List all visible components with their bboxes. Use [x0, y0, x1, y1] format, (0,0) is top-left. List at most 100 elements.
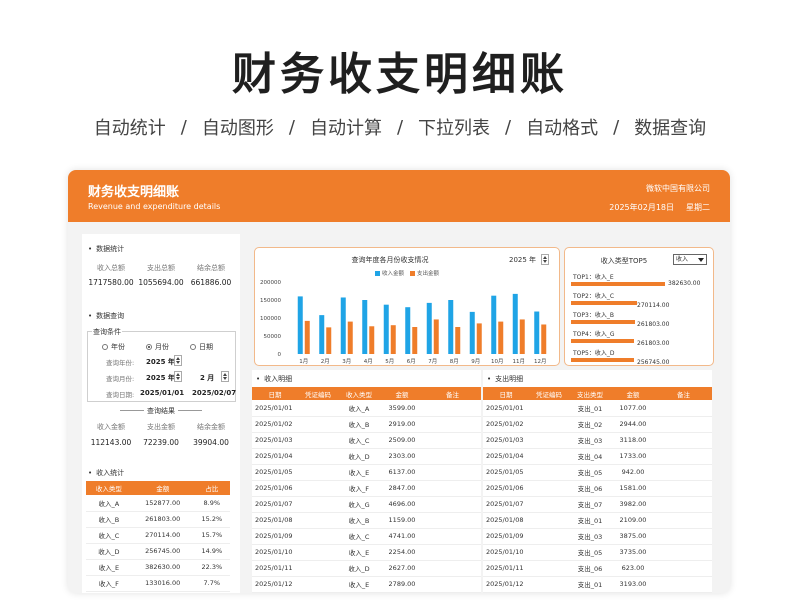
bar-income — [512, 293, 518, 354]
bar-expense — [390, 325, 396, 354]
income-detail-panel: 收入明细 日期凭证编码收入类型金额备注 2025/01/01 收入_A3599.0… — [252, 370, 481, 593]
table-cell: 2025/01/05 — [483, 464, 529, 481]
table-cell: 2944.00 — [611, 416, 655, 433]
table-cell: 2847.00 — [380, 480, 424, 497]
table-row: 2025/01/12 收入_E 2789.00 — [252, 576, 481, 593]
bar-income — [491, 295, 497, 354]
table-row: 2025/01/06 支出_06 1581.00 — [483, 480, 712, 497]
table-cell: 2025/01/10 — [483, 544, 529, 561]
table-cell: 2303.00 — [380, 448, 424, 465]
table-cell: 2025/01/06 — [252, 480, 298, 497]
table-cell: 2025/01/07 — [252, 496, 298, 513]
result-header: 收入金额 — [97, 423, 125, 431]
bar-expense — [476, 323, 482, 354]
radio-checked-icon — [146, 344, 152, 350]
month-year-spinner[interactable] — [174, 371, 182, 382]
year-spinner[interactable] — [174, 355, 182, 366]
table-row: 收入_B 261803.00 15.2% — [86, 511, 230, 528]
monthly-bar-chart: 0 50000 100000 150000 200000 1月 2月 3月 4月 5月 6月 7月 8月… — [260, 280, 547, 365]
feature-list: 自动统计 / 自动图形 / 自动计算 / 下拉列表 / 自动格式 / 数据查询 — [0, 114, 800, 140]
table-cell: 2627.00 — [380, 560, 424, 577]
y-tick-label: 50000 — [264, 334, 282, 340]
x-tick-label: 6月 — [407, 358, 416, 365]
table-cell — [424, 528, 481, 545]
table-row: 2025/01/07 支出_07 3982.00 — [483, 496, 712, 513]
x-tick-label: 1月 — [299, 358, 308, 365]
table-cell — [424, 576, 481, 593]
feature-separator: / — [396, 116, 404, 138]
table-cell: 133016.00 — [131, 575, 194, 592]
query-date-label: 查询日期: — [106, 391, 135, 399]
table-row: 2025/01/04 支出_04 1733.00 — [483, 448, 712, 465]
table-cell: 2025/01/06 — [483, 480, 529, 497]
table-cell — [529, 512, 569, 529]
table-cell: 2025/01/02 — [483, 416, 529, 433]
table-cell — [655, 560, 712, 577]
table-cell: 2025/01/11 — [483, 560, 529, 577]
table-cell: 2025/01/04 — [483, 448, 529, 465]
table-cell: 3118.00 — [611, 432, 655, 449]
month-spinner[interactable] — [221, 371, 229, 382]
table-header: 备注 — [424, 387, 481, 400]
top5-title: 收入类型TOP5 — [600, 257, 648, 265]
table-cell — [298, 512, 338, 529]
bar-income — [448, 300, 454, 354]
bar-income — [534, 311, 540, 354]
top5-card: 收入类型TOP5 收入 TOP1：收入_E 382630.00 TOP2：收入_C 2… — [564, 247, 714, 366]
table-cell: 261803.00 — [131, 511, 194, 528]
x-tick-label: 3月 — [342, 358, 351, 365]
table-cell: 8.9% — [193, 495, 230, 512]
table-header: 收入类型 — [86, 481, 132, 495]
table-cell — [655, 576, 712, 593]
table-header: 金额 — [611, 387, 655, 400]
table-cell: 4696.00 — [380, 496, 424, 513]
result-balance: 39904.00 — [193, 438, 229, 447]
feature-item: 自动计算 — [309, 118, 382, 139]
x-tick-label: 12月 — [534, 358, 547, 365]
table-header: 占比 — [193, 481, 230, 495]
table-row: 2025/01/09 支出_03 3875.00 — [483, 528, 712, 545]
radio-label: 日期 — [199, 343, 213, 351]
radio-year[interactable]: 年份 — [102, 342, 125, 352]
feature-separator: / — [505, 116, 512, 138]
top5-type-select[interactable]: 收入 — [673, 254, 707, 265]
table-cell: 942.00 — [611, 464, 655, 481]
table-cell: 收入_A — [338, 400, 380, 417]
table-cell: 收入_E — [338, 464, 380, 481]
table-cell — [529, 528, 569, 545]
table-cell — [424, 464, 481, 481]
radio-month[interactable]: 月份 — [146, 342, 169, 352]
query-date-to[interactable]: 2025/02/07 — [192, 389, 236, 397]
query-date-from[interactable]: 2025/01/01 — [140, 389, 184, 397]
query-legend: 查询条件 — [92, 327, 122, 337]
bar-expense — [433, 319, 439, 354]
table-cell — [529, 496, 569, 513]
chart-year-spinner[interactable] — [541, 254, 549, 265]
table-cell: 2509.00 — [380, 432, 424, 449]
table-row: 2025/01/03 支出_03 3118.00 — [483, 432, 712, 449]
bar-expense — [519, 319, 525, 354]
table-cell — [529, 464, 569, 481]
top5-bar — [571, 301, 637, 305]
feature-separator: / — [288, 116, 295, 138]
company-name: 微软中国有限公司 — [646, 184, 710, 193]
table-cell: 382630.00 — [131, 559, 194, 576]
table-cell — [655, 432, 712, 449]
feature-item: 自动统计 — [93, 118, 166, 139]
table-cell: 支出_03 — [569, 432, 611, 449]
expense-detail-title: 支出明细 — [487, 374, 523, 384]
expense-total: 1055694.00 — [138, 278, 184, 287]
radio-date[interactable]: 日期 — [190, 342, 213, 352]
x-tick-label: 11月 — [513, 358, 526, 365]
bar-income — [405, 307, 411, 354]
table-row: 2025/01/11 支出_06 623.00 — [483, 560, 712, 577]
table-header: 日期 — [252, 387, 298, 400]
table-cell: 收入_D — [86, 543, 132, 560]
table-cell — [424, 544, 481, 561]
table-cell — [655, 496, 712, 513]
table-cell — [298, 400, 338, 417]
table-cell: 2025/01/08 — [252, 512, 298, 529]
x-tick-label: 8月 — [450, 358, 459, 365]
table-row: 收入_F 133016.00 7.7% — [86, 575, 230, 592]
table-cell: 2025/01/05 — [252, 464, 298, 481]
